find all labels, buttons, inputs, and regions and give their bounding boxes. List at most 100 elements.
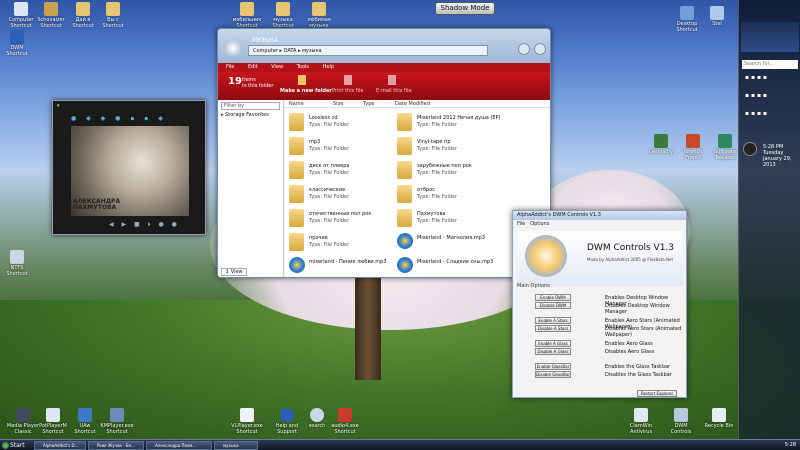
desktop-icon-stel[interactable]: Stel xyxy=(696,6,738,27)
desktop-icon-label: Recycle Bin xyxy=(704,423,734,429)
disable-aglass-desc: Disables Aero Glass xyxy=(605,349,655,355)
app-icon xyxy=(710,6,724,20)
desktop-icon-recycle[interactable]: Recycle Bin xyxy=(698,408,740,429)
file-name: зарубежные поп рок xyxy=(417,163,472,169)
file-type: Type: File Folder xyxy=(309,194,350,200)
filter-input[interactable]: Filter by xyxy=(221,102,280,110)
tray-clock[interactable]: 5:28 xyxy=(785,440,796,450)
column-date-modified[interactable]: Date Modified xyxy=(395,100,430,108)
file-item[interactable]: mp3 Type: File Folder xyxy=(289,136,399,158)
desktop-icon-label: Wrench Friend xyxy=(683,149,703,161)
desktop-icon-clamwin[interactable]: ClamWin Antivirus xyxy=(620,408,662,435)
storage-favorites-label: Storage Favorites xyxy=(225,112,269,118)
file-item[interactable]: Vinyl-tape rip Type: File Folder xyxy=(397,136,507,158)
column-type[interactable]: Type xyxy=(363,100,374,108)
file-item[interactable]: отброс Type: File Folder xyxy=(397,184,507,206)
app-icon xyxy=(110,408,124,422)
desktop-icon-label: PotPlayerM Shortcut xyxy=(39,423,67,435)
breadcrumb-data[interactable]: DATA xyxy=(284,48,297,54)
player-controls[interactable]: ◀ ▶ ■ ⏵ ● ● xyxy=(109,221,180,229)
desktop-icon-vlplayer[interactable]: VLPlayer.exe Shortcut xyxy=(226,408,268,435)
print-icon xyxy=(344,75,352,85)
menu-view[interactable]: View xyxy=(271,64,283,70)
print-file-button[interactable]: Print this file xyxy=(332,88,363,94)
disable-dwm-button[interactable]: Disable DWM xyxy=(535,302,571,309)
file-name: Пахмутова xyxy=(417,211,446,217)
globe-icon[interactable] xyxy=(534,43,546,55)
disable-aglass-button[interactable]: Disable A Glass xyxy=(535,348,571,355)
album-caption: АЛЕКСАНДРА ПАХМУТОВА xyxy=(73,199,120,211)
storage-favorites[interactable]: ▸ Storage Favorites xyxy=(221,112,280,118)
menu-edit[interactable]: Edit xyxy=(248,64,258,70)
file-item[interactable]: прочие Type: File Folder xyxy=(289,232,399,254)
back-icon[interactable] xyxy=(224,39,242,57)
desktop-icon-dwm[interactable]: DWM Shortcut xyxy=(0,30,38,57)
clock-date: January 29, 2013 xyxy=(763,156,792,168)
desktop-icon-label: UAw Shortcut xyxy=(74,423,96,435)
file-item[interactable]: Mixerland - Сладкие сны.mp3 xyxy=(397,256,507,277)
file-item[interactable]: Пахмутова Type: File Folder xyxy=(397,208,507,230)
enable-aglass-button[interactable]: Enable A Glass xyxy=(535,340,571,347)
app-icon xyxy=(634,408,648,422)
media-player-window: ▾ ● ◆ ◆ ● ▪ ▪ ◆ АЛЕКСАНДРА ПАХМУТОВА ◀ ▶… xyxy=(52,100,206,235)
disable-glassbar-button[interactable]: Disable GlassBar xyxy=(535,371,571,378)
disable-astars-button[interactable]: Disable A Stars xyxy=(535,325,571,332)
desktop-icon-kmplayer[interactable]: KMPlayer.exe Shortcut xyxy=(96,408,138,435)
folder-icon xyxy=(106,2,120,16)
search-icon xyxy=(310,408,324,422)
menu-help[interactable]: Help xyxy=(323,64,334,70)
file-item[interactable]: Mixerland 2012 Нечая душа (EP) Type: File… xyxy=(397,112,507,134)
help-icon xyxy=(280,408,294,422)
enable-aglass-desc: Enables Aero Glass xyxy=(605,341,653,347)
taskbar-button-player[interactable]: Powr Жучок - Бе... xyxy=(88,441,144,450)
sidebar-search-input[interactable]: Search for... xyxy=(742,60,798,69)
restart-explorer-button[interactable]: Restart Explorer xyxy=(637,390,677,397)
file-item[interactable]: классические Type: File Folder xyxy=(289,184,399,206)
column-size[interactable]: Size xyxy=(333,100,343,108)
enable-glassbar-button[interactable]: Enable GlassBar xyxy=(535,363,571,370)
file-item[interactable]: диск от плеера Type: File Folder xyxy=(289,160,399,182)
menu-tools[interactable]: Tools xyxy=(297,64,309,70)
file-item[interactable]: mixerland - Пение любви.mp3 xyxy=(289,256,399,277)
folder-icon xyxy=(240,2,254,16)
column-name[interactable]: Name xyxy=(289,100,304,108)
explorer-command-bar: 19 items in this folder Make a new folde… xyxy=(218,72,550,100)
make-new-folder-button[interactable]: Make a new folder xyxy=(280,88,332,94)
breadcrumb[interactable]: Computer ▸ DATA ▸ музыка xyxy=(248,45,488,56)
main-options-label: Main Options xyxy=(517,283,550,289)
file-item[interactable]: Mixerland - Магнолия.mp3 xyxy=(397,232,507,254)
taskbar-button-dwm[interactable]: AlphaAddict's D... xyxy=(34,441,86,450)
shadow-mode-button[interactable]: Shadow Mode xyxy=(435,2,495,15)
breadcrumb-computer[interactable]: Computer xyxy=(253,48,278,54)
file-type: Type: File Folder xyxy=(417,122,458,128)
folder-icon xyxy=(312,2,326,16)
file-item[interactable]: Loosless cd Type: File Folder xyxy=(289,112,399,134)
player-menu-icon[interactable]: ▾ xyxy=(57,103,60,109)
dwm-menu-file[interactable]: File xyxy=(517,221,525,227)
dwm-menu-options[interactable]: Options xyxy=(530,221,549,227)
desktop-icon-audio[interactable]: audio4.exe Shortcut xyxy=(324,408,366,435)
desktop-icon-4[interactable]: Вы с Shortcut xyxy=(92,2,134,29)
breadcrumb-music[interactable]: музыка xyxy=(302,48,321,54)
file-name: Loosless cd xyxy=(309,115,338,121)
start-button[interactable]: Start xyxy=(1,440,31,450)
explorer-titlebar: МУЗЫКА Computer ▸ DATA ▸ музыка xyxy=(218,29,550,63)
search-icon[interactable] xyxy=(518,43,530,55)
view-button[interactable]: ↕ View xyxy=(221,268,247,276)
folder-icon xyxy=(397,209,412,227)
enable-dwm-button[interactable]: Enable DWM xyxy=(535,294,571,301)
email-file-button[interactable]: E-mail this file xyxy=(376,88,412,94)
dwm-title: AlphaAddict's DWM Controls V1.3 xyxy=(513,211,686,220)
menu-file[interactable]: File xyxy=(226,64,234,70)
desktop-icon-dwmcontrols[interactable]: DWM Controls xyxy=(660,408,702,435)
desktop-icon-ntfs[interactable]: NTFS Shortcut xyxy=(0,250,38,277)
player-toolbar-icons[interactable]: ● ◆ ◆ ● ▪ ▪ ◆ xyxy=(71,115,167,122)
taskbar-button-explorer[interactable]: музыка xyxy=(214,441,258,450)
file-item[interactable]: отечественные поп рок Type: File Folder xyxy=(289,208,399,230)
taskbar-button-album[interactable]: Александра Пахм... xyxy=(146,441,212,450)
media-player-icon xyxy=(16,408,30,422)
file-name: Mixerland - Сладкие сны.mp3 xyxy=(417,259,494,265)
desktop-icon-label: Help and Support xyxy=(275,423,299,435)
file-item[interactable]: зарубежные поп рок Type: File Folder xyxy=(397,160,507,182)
enable-astars-button[interactable]: Enable A Stars xyxy=(535,317,571,324)
